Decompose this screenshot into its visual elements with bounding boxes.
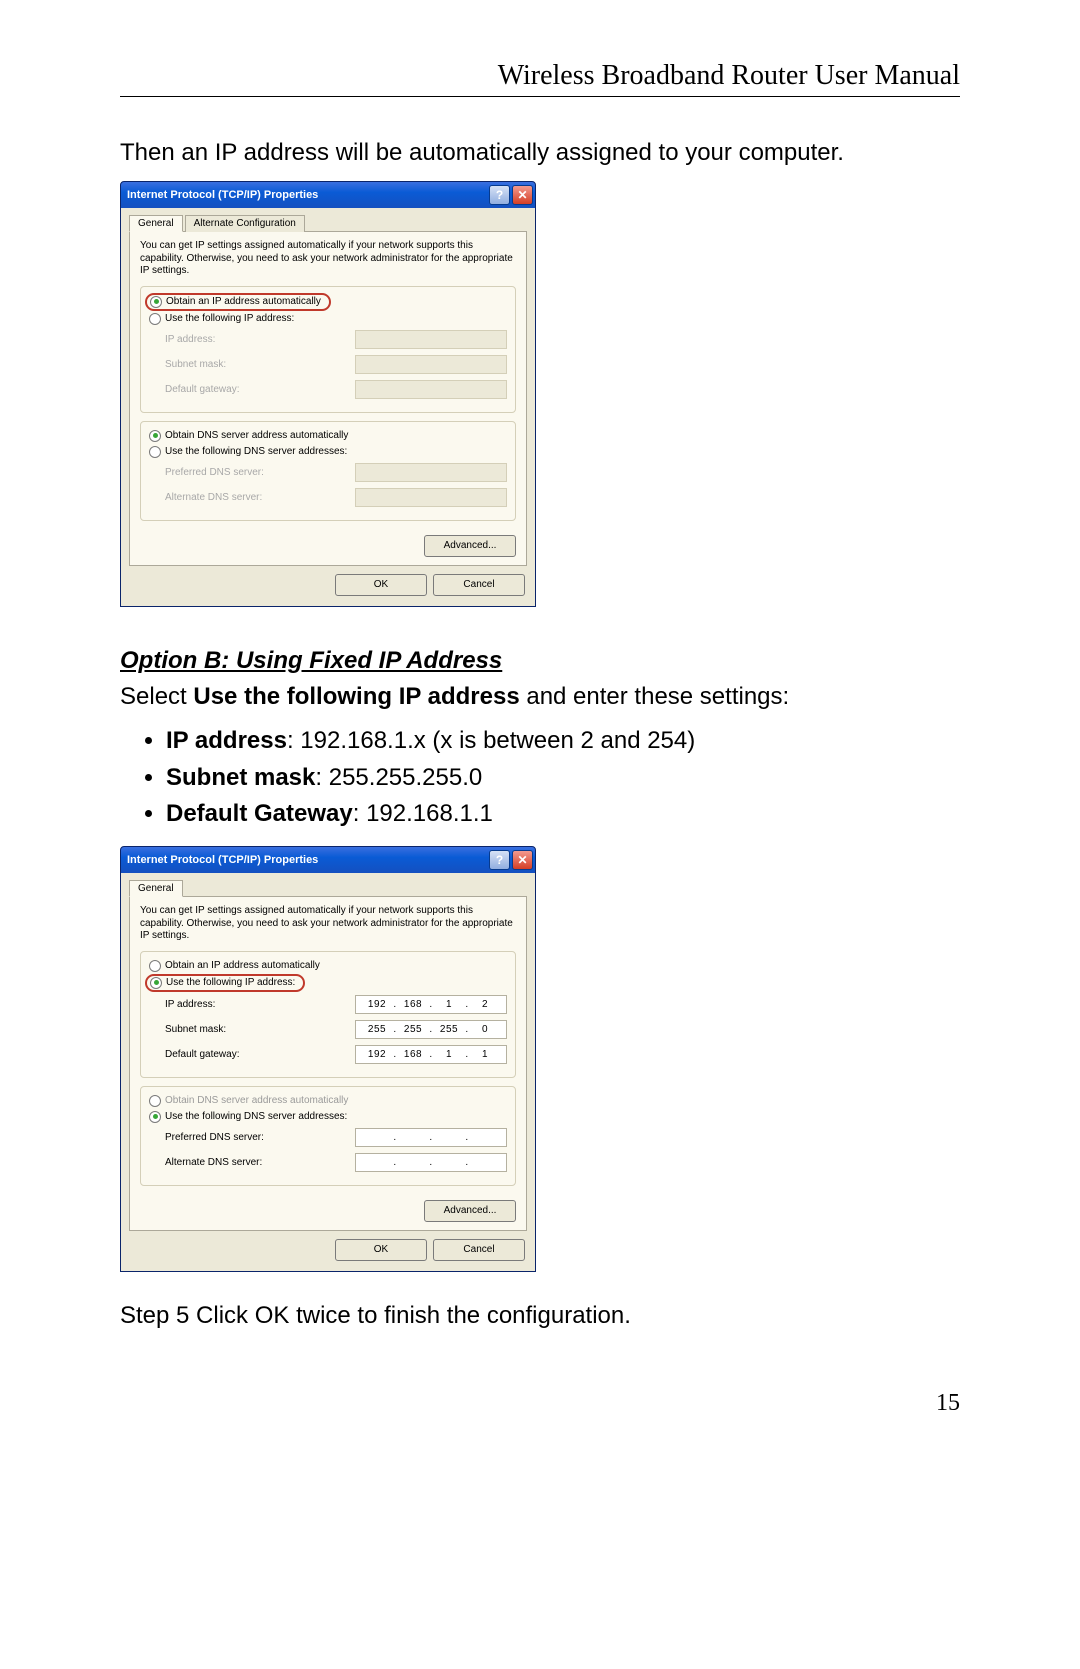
ok-button[interactable]: OK <box>335 1239 427 1261</box>
label-alternate-dns: Alternate DNS server: <box>165 492 262 503</box>
label-alternate-dns: Alternate DNS server: <box>165 1157 262 1168</box>
intro-text: Then an IP address will be automatically… <box>120 137 960 169</box>
radio-obtain-ip-auto[interactable]: Obtain an IP address automatically <box>145 293 331 311</box>
alternate-dns-field[interactable]: . . . <box>355 1153 507 1172</box>
list-item: Default Gateway: 192.168.1.1 <box>166 798 960 830</box>
ip-settings-note: You can get IP settings assigned automat… <box>140 240 516 278</box>
tab-general[interactable]: General <box>129 215 183 232</box>
radio-obtain-dns-auto[interactable]: Obtain DNS server address automatically <box>149 428 507 444</box>
step5-text: Step 5 Click OK twice to finish the conf… <box>120 1302 960 1330</box>
ip-address-field[interactable]: 192. 168. 1. 2 <box>355 995 507 1014</box>
tab-general[interactable]: General <box>129 880 183 897</box>
help-icon[interactable]: ? <box>489 185 510 205</box>
option-b-heading: Option B: Using Fixed IP Address <box>120 647 960 675</box>
label-ip-address: IP address: <box>165 334 215 345</box>
label-default-gateway: Default gateway: <box>165 384 240 395</box>
label-ip-address: IP address: <box>165 999 215 1010</box>
cancel-button[interactable]: Cancel <box>433 574 525 596</box>
list-item: IP address: 192.168.1.x (x is between 2 … <box>166 725 960 757</box>
preferred-dns-field <box>355 463 507 482</box>
label-preferred-dns: Preferred DNS server: <box>165 1132 264 1143</box>
radio-use-following-dns[interactable]: Use the following DNS server addresses: <box>149 444 507 460</box>
advanced-button[interactable]: Advanced... <box>424 535 516 557</box>
radio-label: Use the following DNS server addresses: <box>165 1111 347 1122</box>
radio-label: Use the following DNS server addresses: <box>165 446 347 457</box>
radio-label: Use the following IP address: <box>165 313 294 324</box>
tab-alternate-configuration[interactable]: Alternate Configuration <box>185 215 305 232</box>
radio-icon <box>150 977 162 989</box>
radio-icon <box>149 446 161 458</box>
radio-label: Obtain DNS server address automatically <box>165 1095 348 1106</box>
label-preferred-dns: Preferred DNS server: <box>165 467 264 478</box>
subnet-mask-field <box>355 355 507 374</box>
dialog-title: Internet Protocol (TCP/IP) Properties <box>127 854 318 866</box>
dialog-title: Internet Protocol (TCP/IP) Properties <box>127 189 318 201</box>
radio-use-following-dns[interactable]: Use the following DNS server addresses: <box>149 1109 507 1125</box>
ip-address-field <box>355 330 507 349</box>
default-gateway-field[interactable]: 192. 168. 1. 1 <box>355 1045 507 1064</box>
advanced-button[interactable]: Advanced... <box>424 1200 516 1222</box>
option-b-instructions: Select Use the following IP address and … <box>120 681 960 713</box>
tcpip-dialog-fixed: Internet Protocol (TCP/IP) Properties ? … <box>120 846 536 1272</box>
radio-label: Obtain DNS server address automatically <box>165 430 348 441</box>
radio-icon <box>149 960 161 972</box>
close-icon[interactable]: ✕ <box>512 850 533 870</box>
help-icon[interactable]: ? <box>489 850 510 870</box>
radio-icon <box>149 313 161 325</box>
ip-settings-note: You can get IP settings assigned automat… <box>140 905 516 943</box>
radio-label: Obtain an IP address automatically <box>166 296 321 307</box>
radio-obtain-dns-auto: Obtain DNS server address automatically <box>149 1093 507 1109</box>
radio-icon <box>150 296 162 308</box>
label-subnet-mask: Subnet mask: <box>165 1024 226 1035</box>
page-header: Wireless Broadband Router User Manual <box>120 60 960 97</box>
page-number: 15 <box>120 1390 960 1417</box>
alternate-dns-field <box>355 488 507 507</box>
ok-button[interactable]: OK <box>335 574 427 596</box>
default-gateway-field <box>355 380 507 399</box>
settings-list: IP address: 192.168.1.x (x is between 2 … <box>120 725 960 830</box>
cancel-button[interactable]: Cancel <box>433 1239 525 1261</box>
radio-icon <box>149 1111 161 1123</box>
close-icon[interactable]: ✕ <box>512 185 533 205</box>
subnet-mask-field[interactable]: 255. 255. 255. 0 <box>355 1020 507 1039</box>
radio-use-following-ip[interactable]: Use the following IP address: <box>149 311 507 327</box>
label-subnet-mask: Subnet mask: <box>165 359 226 370</box>
radio-obtain-ip-auto[interactable]: Obtain an IP address automatically <box>149 958 507 974</box>
radio-icon <box>149 1095 161 1107</box>
preferred-dns-field[interactable]: . . . <box>355 1128 507 1147</box>
radio-label: Use the following IP address: <box>166 977 295 988</box>
label-default-gateway: Default gateway: <box>165 1049 240 1060</box>
radio-use-following-ip[interactable]: Use the following IP address: <box>145 974 305 992</box>
tcpip-dialog-auto: Internet Protocol (TCP/IP) Properties ? … <box>120 181 536 607</box>
list-item: Subnet mask: 255.255.255.0 <box>166 762 960 794</box>
radio-icon <box>149 430 161 442</box>
radio-label: Obtain an IP address automatically <box>165 960 320 971</box>
